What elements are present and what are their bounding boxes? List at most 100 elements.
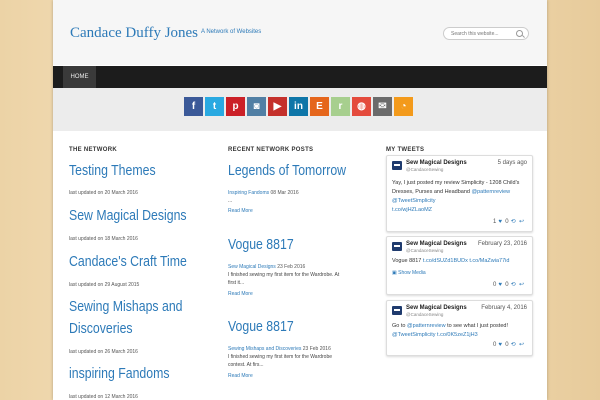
network-site-updated: last updated on 29 August 2015 (69, 282, 140, 288)
tweet-date[interactable]: February 23, 2016 (478, 241, 527, 247)
like-count: 0 (493, 282, 497, 288)
heart-icon[interactable]: ♥ (498, 342, 502, 348)
email-icon[interactable]: ✉ (373, 97, 392, 116)
site-tagline: A Network of Websites (201, 29, 262, 35)
twitter-icon[interactable]: t (205, 97, 224, 116)
tweet-text-main: Vogue 8817 (392, 258, 422, 264)
post-meta: Sew Magical Designs 23 Feb 2016 (228, 264, 305, 270)
site-header: Candace Duffy Jones A Network of Website… (53, 0, 547, 65)
show-media-label[interactable]: Show Media (398, 270, 426, 276)
post-title-link[interactable]: Vogue 8817 (228, 318, 294, 335)
mention-link[interactable]: @TweetSimplicity (392, 198, 435, 204)
social-icons-bar: f t p ◙ ▶ in E r ◍ ✉ ◔ (53, 88, 547, 131)
tweet-handle[interactable]: @CandaceSewing (406, 312, 443, 317)
rss-icon[interactable]: ◔ (394, 97, 413, 116)
etsy-icon[interactable]: E (310, 97, 329, 116)
network-site-link[interactable]: Sewing Mishaps and (69, 298, 183, 315)
network-site-updated: last updated on 18 March 2016 (69, 236, 138, 242)
post-excerpt: ... (228, 198, 233, 204)
tweet-actions: 1 ♥ 0 ⟲ ↩ (493, 218, 524, 225)
tweet-handle[interactable]: @CandaceSewing (406, 248, 443, 253)
page-container: Candace Duffy Jones A Network of Website… (53, 0, 547, 400)
retweet-count: 0 (505, 219, 509, 225)
post-source-link[interactable]: Inspiring Fandoms (228, 190, 269, 196)
tweets-heading: MY TWEETS (386, 147, 425, 153)
tweet-text-main: Go to (392, 323, 406, 329)
retweet-icon[interactable]: ⟲ (511, 342, 516, 348)
read-more-link[interactable]: Read More (228, 208, 253, 214)
mention-link[interactable]: @patternreview (407, 323, 446, 329)
post-meta: Sewing Mishaps and Discoveries 23 Feb 20… (228, 346, 331, 352)
retweet-icon[interactable]: ⟲ (511, 219, 516, 225)
post-date: 23 Feb 2016 (302, 346, 331, 352)
network-site-updated: last updated on 26 March 2016 (69, 349, 138, 355)
network-site-link[interactable]: inspiring Fandoms (69, 365, 170, 382)
post-source-link[interactable]: Sew Magical Designs (228, 264, 276, 270)
retweet-icon[interactable]: ⟲ (511, 282, 516, 288)
craftsy-icon[interactable]: ◍ (352, 97, 371, 116)
network-site-link[interactable]: Sew Magical Designs (69, 207, 187, 224)
retweet-count: 0 (505, 342, 509, 348)
instagram-icon[interactable]: ◙ (247, 97, 266, 116)
tweet-card: Sew Magical Designs @CandaceSewing 5 day… (386, 155, 533, 232)
tweet-card: Sew Magical Designs @CandaceSewing Febru… (386, 236, 533, 295)
search-input[interactable] (451, 31, 511, 37)
tweet-date[interactable]: February 4, 2016 (481, 305, 527, 311)
post-title-link[interactable]: Legends of Tomorrow (228, 162, 346, 179)
show-media-link[interactable]: ▣ Show Media (392, 270, 426, 276)
like-count: 0 (493, 342, 497, 348)
reply-icon[interactable]: ↩ (519, 342, 524, 348)
tweet-card: Sew Magical Designs @CandaceSewing Febru… (386, 300, 533, 356)
mention-link[interactable]: @patternreview (472, 189, 511, 195)
avatar[interactable] (392, 242, 402, 251)
tweet-author[interactable]: Sew Magical Designs (406, 160, 467, 166)
post-meta: Inspiring Fandoms 08 Mar 2016 (228, 190, 299, 196)
tweet-text-cont: to see what I just posted! (447, 323, 508, 329)
tweet-text: Yay, I just posted my review Simplicity … (392, 179, 528, 215)
network-site-updated: last updated on 20 March 2016 (69, 190, 138, 196)
network-site-link[interactable]: Candace's Craft Time (69, 253, 187, 270)
search-icon[interactable] (516, 30, 523, 37)
post-title-link[interactable]: Vogue 8817 (228, 236, 294, 253)
network-site-link-cont[interactable]: Discoveries (69, 320, 133, 337)
recent-posts-heading: RECENT NETWORK POSTS (228, 147, 314, 153)
avatar[interactable] (392, 161, 402, 170)
tweet-author[interactable]: Sew Magical Designs (406, 305, 467, 311)
main-nav: HOME (53, 66, 547, 88)
reply-icon[interactable]: ↩ (519, 282, 524, 288)
tweet-url-link[interactable]: t.co/dSUZd1BUDx t.co/MaZwia77id (423, 258, 510, 264)
facebook-icon[interactable]: f (184, 97, 203, 116)
post-date: 23 Feb 2016 (277, 264, 306, 270)
retweet-count: 0 (505, 282, 509, 288)
network-site-updated: last updated on 12 March 2016 (69, 394, 138, 400)
read-more-link[interactable]: Read More (228, 291, 253, 297)
linkedin-icon[interactable]: in (289, 97, 308, 116)
tweet-handle[interactable]: @CandaceSewing (406, 167, 443, 172)
tweet-text: Go to @patternreview to see what I just … (392, 322, 528, 340)
site-title[interactable]: Candace Duffy Jones (70, 25, 198, 42)
tweet-text: Vogue 8817 t.co/dSUZd1BUDx t.co/MaZwia77… (392, 257, 528, 266)
tweet-author[interactable]: Sew Magical Designs (406, 241, 467, 247)
network-site-link[interactable]: Testing Themes (69, 162, 156, 179)
tweet-actions: 0 ♥ 0 ⟲ ↩ (493, 281, 524, 288)
avatar[interactable] (392, 306, 402, 315)
tweet-url-link[interactable]: @TweetSimplicity t.co/0K5zeZ1jH3 (392, 331, 528, 340)
post-date: 08 Mar 2016 (270, 190, 299, 196)
pinterest-icon[interactable]: p (226, 97, 245, 116)
reply-icon[interactable]: ↩ (519, 219, 524, 225)
tweet-url-link[interactable]: t.co/wjHZLaoMZ (392, 206, 528, 215)
post-excerpt: I finished sewing my first item for the … (228, 272, 340, 286)
ravelry-icon[interactable]: r (331, 97, 350, 116)
heart-icon[interactable]: ♥ (498, 219, 502, 225)
youtube-icon[interactable]: ▶ (268, 97, 287, 116)
post-source-link[interactable]: Sewing Mishaps and Discoveries (228, 346, 301, 352)
read-more-link[interactable]: Read More (228, 373, 253, 379)
search-box[interactable] (443, 27, 529, 40)
tweet-date[interactable]: 5 days ago (498, 160, 527, 166)
like-count: 1 (493, 219, 497, 225)
post-excerpt: I finished sewing my first item for the … (228, 354, 333, 368)
tweet-actions: 0 ♥ 0 ⟲ ↩ (493, 341, 524, 348)
heart-icon[interactable]: ♥ (498, 282, 502, 288)
nav-item-home[interactable]: HOME (63, 66, 96, 88)
network-heading: THE NETWORK (69, 147, 117, 153)
